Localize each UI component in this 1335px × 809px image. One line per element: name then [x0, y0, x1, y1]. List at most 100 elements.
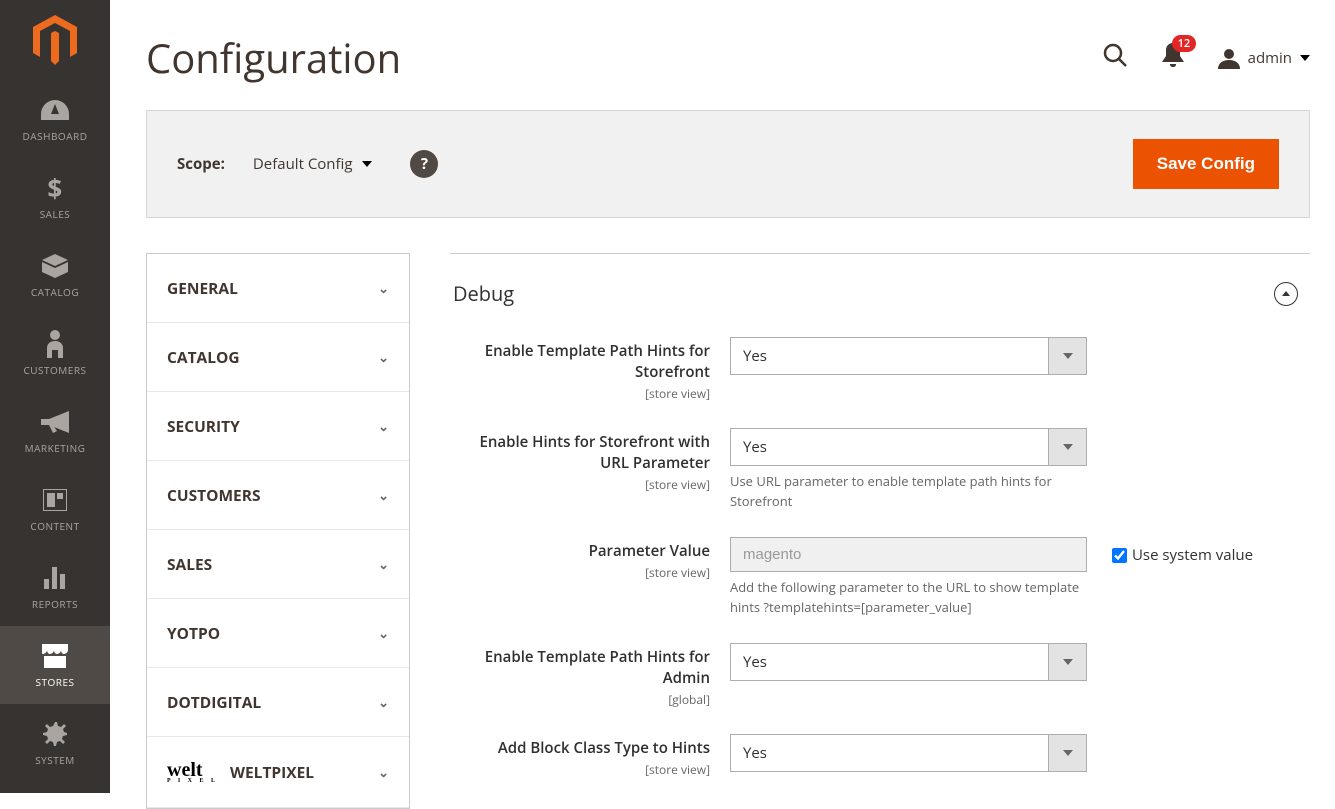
- field-control: Yes Use URL parameter to enable template…: [730, 428, 1087, 511]
- config-nav-label: SALES: [167, 553, 212, 575]
- sidebar-item-label: SALES: [40, 207, 71, 221]
- config-nav-label: DOTDIGITAL: [167, 691, 261, 713]
- main-content: Configuration 12 admin Scope: Default Co…: [110, 0, 1335, 809]
- magento-logo[interactable]: [0, 0, 110, 80]
- username: admin: [1248, 48, 1292, 68]
- config-nav-dotdigital[interactable]: DOTDIGITAL ⌄: [147, 668, 409, 737]
- config-nav-label: GENERAL: [167, 277, 238, 299]
- config-nav-catalog[interactable]: CATALOG ⌄: [147, 323, 409, 392]
- layout-icon: [43, 485, 67, 515]
- field-label: Parameter Value [store view]: [450, 537, 730, 581]
- notifications-badge: 12: [1172, 35, 1197, 52]
- chevron-down-icon: ⌄: [378, 624, 389, 642]
- sidebar-item-label: CONTENT: [30, 519, 79, 533]
- scope-bar: Scope: Default Config ? Save Config: [146, 110, 1310, 218]
- field-template-hints-storefront: Enable Template Path Hints for Storefron…: [450, 337, 1310, 402]
- sidebar-item-content[interactable]: CONTENT: [0, 470, 110, 548]
- field-hint: Use URL parameter to enable template pat…: [730, 472, 1087, 511]
- scope-label: Scope:: [177, 154, 225, 174]
- select-hints-url-parameter[interactable]: Yes: [730, 428, 1087, 466]
- dollar-icon: $: [47, 173, 62, 203]
- chevron-down-icon: [1049, 734, 1087, 772]
- user-menu[interactable]: admin: [1218, 47, 1310, 69]
- field-control: Yes: [730, 734, 1087, 772]
- config-nav: GENERAL⌄ CATALOG⌄ SECURITY⌄ CUSTOMERS⌄ S…: [146, 253, 410, 809]
- select-value: Yes: [730, 734, 1049, 772]
- select-value: Yes: [730, 337, 1049, 375]
- field-control: Yes: [730, 643, 1087, 681]
- bars-icon: [44, 563, 66, 593]
- help-icon[interactable]: ?: [410, 150, 438, 178]
- config-nav-label: CUSTOMERS: [167, 484, 261, 506]
- field-label: Enable Hints for Storefront with URL Par…: [450, 428, 730, 493]
- sidebar-item-customers[interactable]: CUSTOMERS: [0, 314, 110, 392]
- chevron-down-icon: ⌄: [378, 763, 389, 781]
- config-nav-label: CATALOG: [167, 346, 240, 368]
- page-header: Configuration 12 admin: [110, 0, 1335, 110]
- content-area: GENERAL⌄ CATALOG⌄ SECURITY⌄ CUSTOMERS⌄ S…: [110, 218, 1335, 809]
- weltpixel-logo-icon: weltP I X E L: [167, 760, 218, 784]
- checkbox-use-system-value[interactable]: [1112, 548, 1127, 563]
- chevron-down-icon: [1049, 337, 1087, 375]
- input-parameter-value[interactable]: [730, 537, 1087, 572]
- sidebar-item-label: SYSTEM: [35, 753, 75, 767]
- user-icon: [1218, 47, 1240, 69]
- select-template-hints-storefront[interactable]: Yes: [730, 337, 1087, 375]
- admin-sidebar: DASHBOARD $ SALES CATALOG CUSTOMERS MARK…: [0, 0, 110, 793]
- search-icon[interactable]: [1102, 42, 1128, 73]
- dashboard-icon: [41, 95, 69, 125]
- chevron-down-icon: ⌄: [378, 486, 389, 504]
- sidebar-item-label: MARKETING: [25, 441, 86, 455]
- chevron-down-icon: ⌄: [378, 348, 389, 366]
- select-value: Yes: [730, 428, 1049, 466]
- save-config-button[interactable]: Save Config: [1133, 139, 1279, 189]
- field-hint: Add the following parameter to the URL t…: [730, 578, 1087, 617]
- config-nav-customers[interactable]: CUSTOMERS ⌄: [147, 461, 409, 530]
- sidebar-item-sales[interactable]: $ SALES: [0, 158, 110, 236]
- collapse-icon: [1274, 282, 1298, 306]
- chevron-down-icon: ⌄: [378, 555, 389, 573]
- chevron-down-icon: [1049, 428, 1087, 466]
- sidebar-item-system[interactable]: SYSTEM: [0, 704, 110, 782]
- person-icon: [47, 329, 63, 359]
- page-title: Configuration: [146, 30, 401, 85]
- section-header-debug[interactable]: Debug: [450, 253, 1310, 337]
- chevron-down-icon: ⌄: [378, 417, 389, 435]
- scope-select[interactable]: Default Config: [253, 154, 373, 174]
- field-hints-url-parameter: Enable Hints for Storefront with URL Par…: [450, 428, 1310, 511]
- chevron-down-icon: [1300, 55, 1310, 61]
- select-block-class-hints[interactable]: Yes: [730, 734, 1087, 772]
- config-nav-security[interactable]: SECURITY ⌄: [147, 392, 409, 461]
- sidebar-item-catalog[interactable]: CATALOG: [0, 236, 110, 314]
- sidebar-item-marketing[interactable]: MARKETING: [0, 392, 110, 470]
- chevron-down-icon: ⌄: [378, 693, 389, 711]
- field-label: Enable Template Path Hints for Admin [gl…: [450, 643, 730, 708]
- chevron-down-icon: [362, 161, 372, 167]
- sidebar-item-dashboard[interactable]: DASHBOARD: [0, 80, 110, 158]
- sidebar-item-reports[interactable]: REPORTS: [0, 548, 110, 626]
- field-control: Add the following parameter to the URL t…: [730, 537, 1087, 617]
- config-nav-weltpixel[interactable]: weltP I X E L WELTPIXEL ⌄: [147, 737, 409, 808]
- settings-panel: Debug Enable Template Path Hints for Sto…: [450, 253, 1310, 809]
- config-nav-yotpo[interactable]: YOTPO ⌄: [147, 599, 409, 668]
- config-nav-sales[interactable]: SALES ⌄: [147, 530, 409, 599]
- config-nav-label: SECURITY: [167, 415, 240, 437]
- field-label: Add Block Class Type to Hints [store vie…: [450, 734, 730, 778]
- field-block-class-hints: Add Block Class Type to Hints [store vie…: [450, 734, 1310, 778]
- select-template-hints-admin[interactable]: Yes: [730, 643, 1087, 681]
- chevron-down-icon: [1049, 643, 1087, 681]
- field-control: Yes: [730, 337, 1087, 375]
- use-system-label: Use system value: [1132, 545, 1253, 565]
- megaphone-icon: [41, 407, 69, 437]
- field-template-hints-admin: Enable Template Path Hints for Admin [gl…: [450, 643, 1310, 708]
- field-label: Enable Template Path Hints for Storefron…: [450, 337, 730, 402]
- select-value: Yes: [730, 643, 1049, 681]
- config-nav-general[interactable]: GENERAL⌄: [147, 254, 409, 323]
- magento-logo-icon: [33, 15, 77, 65]
- notifications-button[interactable]: 12: [1162, 43, 1184, 72]
- sidebar-item-stores[interactable]: STORES: [0, 626, 110, 704]
- sidebar-item-label: DASHBOARD: [23, 129, 88, 143]
- section-title: Debug: [453, 280, 514, 307]
- gear-icon: [43, 719, 67, 749]
- config-nav-label: YOTPO: [167, 622, 220, 644]
